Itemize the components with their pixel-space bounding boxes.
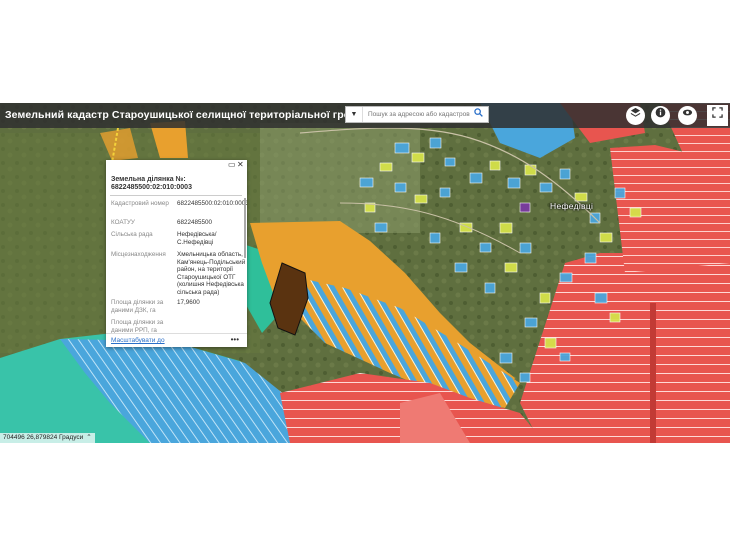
popup-footer: Масштабувати до •••: [106, 333, 247, 348]
row-label: Сільська рада: [111, 231, 153, 238]
row-label: Площа ділянки за даними ДЗК, га: [111, 299, 164, 314]
map-app: Нефедівці 704496 26,879824 Градуси ⌃ Земе…: [0, 103, 730, 443]
row-value: Нефедівська/ С.Нефедівці: [177, 231, 217, 246]
row-label: Площа ділянки за даними РРП, га: [111, 319, 164, 333]
popup-toolbar: ▭ ✕: [106, 160, 247, 170]
coordinates-text: 704496 26,879824 Градуси: [3, 434, 84, 441]
fullscreen-icon[interactable]: [707, 105, 728, 126]
row-value: 6822485500: [177, 219, 213, 226]
row-value: Хмельницька область, Кам'янець-Подільськ…: [177, 251, 246, 296]
search-icon[interactable]: [471, 107, 485, 122]
app-header: Земельний кадастр Староушицької селищної…: [0, 103, 730, 128]
ellipsis-icon[interactable]: •••: [231, 335, 239, 344]
chevron-up-icon[interactable]: ⌃: [86, 434, 91, 441]
row-value: 17,9600: [177, 299, 200, 306]
search-box: ▼: [345, 106, 489, 123]
minimize-icon[interactable]: ▭: [228, 160, 236, 169]
info-icon[interactable]: [651, 106, 670, 125]
coordinates-readout: 704496 26,879824 Градуси ⌃: [0, 433, 95, 443]
popup-scrollbar[interactable]: [244, 198, 246, 258]
row-value: 6822485500:02:010:0003: [177, 200, 247, 207]
zoom-to-link[interactable]: Масштабувати до: [111, 337, 165, 344]
close-icon[interactable]: ✕: [237, 160, 244, 169]
app-title: Земельний кадастр Староушицької селищної…: [5, 109, 378, 121]
layers-icon[interactable]: [626, 106, 645, 125]
row-label: Кадастровий номер: [111, 200, 169, 207]
parcel-popup: ▭ ✕ Земельна ділянка №: 6822485500:02:01…: [106, 160, 247, 347]
popup-title: Земельна ділянка №: 6822485500:02:010:00…: [111, 176, 192, 191]
village-label: Нефедівці: [550, 201, 594, 211]
popup-content[interactable]: Кадастровий номер 6822485500:02:010:0003…: [106, 198, 247, 333]
chevron-down-icon[interactable]: ▼: [346, 107, 363, 122]
row-label: КОАТУУ: [111, 219, 135, 226]
search-input[interactable]: [364, 107, 472, 122]
row-label: Місцезнаходження: [111, 251, 166, 258]
popup-divider: [110, 195, 242, 196]
eye-icon[interactable]: [678, 106, 697, 125]
